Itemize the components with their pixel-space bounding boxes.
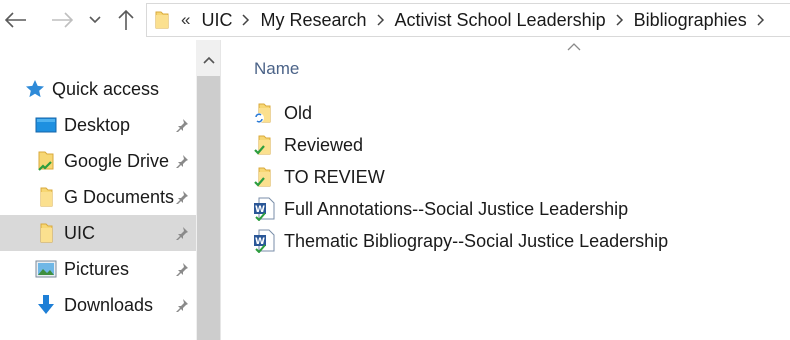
folder-icon	[35, 222, 57, 244]
file-item-thematic-bibliography[interactable]: W Thematic Bibliograpy--Social Justice L…	[252, 226, 668, 256]
scroll-up-button[interactable]	[196, 48, 221, 72]
forward-button[interactable]	[48, 6, 76, 34]
breadcrumb-my-research[interactable]: My Research	[256, 10, 370, 31]
word-document-icon: W	[252, 197, 276, 221]
chevron-right-icon[interactable]	[371, 3, 391, 37]
sidebar-item-desktop[interactable]: Desktop	[0, 107, 196, 143]
back-button[interactable]	[2, 6, 30, 34]
sidebar-item-label: UIC	[64, 222, 95, 243]
navigation-pane-scrollbar[interactable]	[196, 40, 221, 340]
file-list: Name Old Reviewed TO REVIEW W Full Annot…	[222, 40, 790, 340]
file-name: Old	[284, 102, 313, 123]
sidebar-item-downloads[interactable]: Downloads	[0, 287, 196, 323]
download-icon	[35, 294, 57, 316]
file-item-full-annotations[interactable]: W Full Annotations--Social Justice Leade…	[252, 194, 628, 224]
sidebar-item-quick-access[interactable]: Quick access	[0, 71, 196, 107]
arrow-up-icon	[118, 9, 134, 30]
chevron-up-icon	[202, 56, 215, 64]
pin-icon[interactable]	[173, 152, 191, 170]
breadcrumb-overflow[interactable]: «	[177, 10, 197, 30]
column-header-name[interactable]: Name	[254, 59, 299, 79]
file-name: Reviewed	[284, 134, 364, 155]
pictures-icon	[35, 258, 57, 280]
file-name: Thematic Bibliograpy--Social Justice Lea…	[284, 230, 669, 251]
file-item-old[interactable]: Old	[252, 98, 312, 128]
chevron-right-icon[interactable]	[610, 3, 630, 37]
navigation-bar: « UIC My Research Activist School Leader…	[0, 0, 790, 40]
word-document-icon: W	[252, 229, 276, 253]
folder-syncing-icon	[252, 101, 276, 125]
file-item-to-review[interactable]: TO REVIEW	[252, 162, 385, 192]
sidebar-item-label: Pictures	[64, 258, 130, 279]
file-item-reviewed[interactable]: Reviewed	[252, 130, 363, 160]
navigation-pane: Quick access Desktop Google Drive G Docu…	[0, 40, 196, 340]
star-icon	[24, 78, 46, 100]
sidebar-item-label: G Documents	[64, 186, 175, 207]
arrow-right-icon	[52, 12, 73, 28]
sort-ascending-icon[interactable]	[567, 42, 581, 52]
breadcrumb-bibliographies[interactable]: Bibliographies	[630, 10, 751, 31]
pin-icon[interactable]	[173, 116, 191, 134]
pin-icon[interactable]	[173, 260, 191, 278]
file-name: TO REVIEW	[284, 166, 385, 187]
breadcrumb-activist-school-leadership[interactable]: Activist School Leadership	[391, 10, 610, 31]
sidebar-item-google-drive[interactable]: Google Drive	[0, 143, 196, 179]
pin-icon[interactable]	[173, 188, 191, 206]
scroll-thumb[interactable]	[197, 76, 220, 340]
sidebar-item-label: Downloads	[64, 294, 154, 315]
folder-synced-icon	[35, 150, 57, 172]
sidebar-item-pictures[interactable]: Pictures	[0, 251, 196, 287]
folder-icon	[35, 186, 57, 208]
sidebar-item-uic[interactable]: UIC	[0, 215, 196, 251]
sidebar-item-label: Quick access	[52, 78, 160, 99]
chevron-right-icon[interactable]	[236, 3, 256, 37]
pin-icon[interactable]	[173, 296, 191, 314]
desktop-icon	[35, 114, 57, 136]
chevron-right-icon[interactable]	[751, 3, 771, 37]
arrow-left-icon	[5, 12, 26, 28]
breadcrumb-uic[interactable]: UIC	[197, 10, 236, 31]
folder-synced-icon	[252, 165, 276, 189]
sidebar-item-label: Google Drive	[64, 150, 170, 171]
recent-locations-button[interactable]	[84, 6, 106, 34]
file-name: Full Annotations--Social Justice Leaders…	[284, 198, 629, 219]
up-button[interactable]	[112, 6, 140, 34]
folder-synced-icon	[252, 133, 276, 157]
chevron-down-icon	[89, 16, 101, 24]
address-bar[interactable]: « UIC My Research Activist School Leader…	[146, 3, 790, 37]
address-folder-icon	[147, 3, 177, 37]
sidebar-item-g-documents[interactable]: G Documents	[0, 179, 196, 215]
sidebar-item-label: Desktop	[64, 114, 131, 135]
pin-icon[interactable]	[173, 224, 191, 242]
